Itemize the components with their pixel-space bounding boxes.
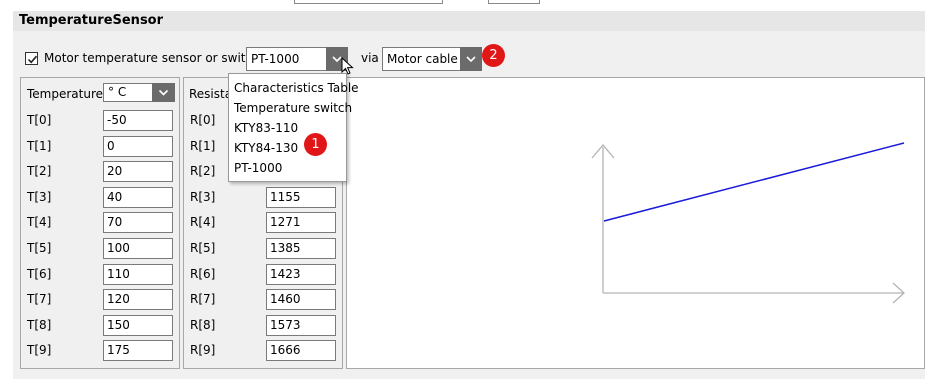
callout-badge-1: 1 <box>304 133 327 156</box>
characteristic-chart <box>346 77 925 369</box>
temperature-row-label: T[7] <box>27 292 52 307</box>
temperature-row-label: T[5] <box>27 241 52 255</box>
temperature-row-label: T[4] <box>27 215 52 230</box>
temperature-value-input[interactable]: 110 <box>103 263 173 285</box>
via-value: Motor cable <box>387 52 458 66</box>
resistance-value-input[interactable]: 1423 <box>266 263 336 285</box>
resistance-row-label: R[4] <box>190 215 216 230</box>
dropdown-option[interactable]: KTY83-110 <box>234 119 298 137</box>
resistance-value-input[interactable]: 1271 <box>266 212 336 234</box>
temperature-value-input[interactable]: 40 <box>103 186 173 208</box>
resistance-row-label: R[3] <box>190 189 216 204</box>
top-field-right[interactable] <box>488 0 540 4</box>
resistance-row-label: R[6] <box>190 266 216 281</box>
temperature-value-input[interactable]: 0 <box>103 135 173 157</box>
temperature-value-input[interactable]: 70 <box>103 212 173 234</box>
temperature-header: Temperature <box>27 87 104 101</box>
temperature-row-label: T[2] <box>27 164 52 179</box>
resistance-row-label: R[2] <box>190 164 216 179</box>
dropdown-option[interactable]: Characteristics Table <box>234 79 359 97</box>
callout-badge-2: 2 <box>482 44 505 67</box>
temperature-value-input[interactable]: 100 <box>103 238 173 259</box>
mouse-cursor-icon <box>341 57 354 75</box>
motor-sensor-label: Motor temperature sensor or switch <box>44 51 260 65</box>
temperature-value-input[interactable]: 120 <box>103 289 173 311</box>
temperature-unit-dropdown-button[interactable] <box>152 83 175 102</box>
resistance-row-label: R[9] <box>190 343 216 358</box>
resistance-value-input[interactable]: 1666 <box>266 340 336 362</box>
temperature-row-label: T[0] <box>27 113 52 127</box>
dropdown-option[interactable]: Temperature switch <box>234 99 352 117</box>
dropdown-option[interactable]: PT-1000 <box>234 159 282 177</box>
temperature-value-input[interactable]: 150 <box>103 314 173 336</box>
resistance-row-label: R[8] <box>190 317 216 332</box>
temperature-row-label: T[1] <box>27 138 52 153</box>
resistance-value-input[interactable]: 1573 <box>266 314 336 336</box>
sensor-type-value: PT-1000 <box>251 52 300 66</box>
resistance-row-label: R[0] <box>190 113 216 127</box>
temperature-value-input[interactable]: 175 <box>103 340 173 362</box>
temperature-panel: Temperature ° C T[0] -50 T[1] 0 T[2] 20 T[3] 40… <box>20 77 180 369</box>
resistance-value-input[interactable]: 1460 <box>266 289 336 311</box>
via-dropdown-button[interactable] <box>460 47 482 71</box>
top-field-left[interactable] <box>294 0 443 4</box>
temperature-row-label: T[6] <box>27 266 52 281</box>
section-title: TemperatureSensor <box>19 13 164 28</box>
motor-sensor-checkbox[interactable] <box>25 52 38 65</box>
chevron-down-icon <box>466 56 476 63</box>
temperature-row-label: T[8] <box>27 317 52 332</box>
chevron-down-icon <box>158 89 169 96</box>
dropdown-option[interactable]: KTY84-130 <box>234 139 298 157</box>
via-label: via <box>361 51 379 65</box>
resistance-row-label: R[7] <box>190 292 216 307</box>
temperature-value-input[interactable]: -50 <box>103 110 173 131</box>
resistance-value-input[interactable]: 1155 <box>266 186 336 208</box>
temperature-row-label: T[9] <box>27 343 52 358</box>
temperature-unit-value: ° C <box>108 85 127 99</box>
sensor-type-dropdown-list: Characteristics Table Temperature switch… <box>228 73 359 182</box>
resistance-row-label: R[1] <box>190 138 216 153</box>
temperature-value-input[interactable]: 20 <box>103 161 173 183</box>
checkmark-icon <box>27 55 38 64</box>
characteristic-line <box>603 142 905 222</box>
section-header: TemperatureSensor <box>13 11 925 31</box>
resistance-value-input[interactable]: 1385 <box>266 238 336 259</box>
resistance-row-label: R[5] <box>190 241 216 255</box>
temperature-row-label: T[3] <box>27 189 52 204</box>
